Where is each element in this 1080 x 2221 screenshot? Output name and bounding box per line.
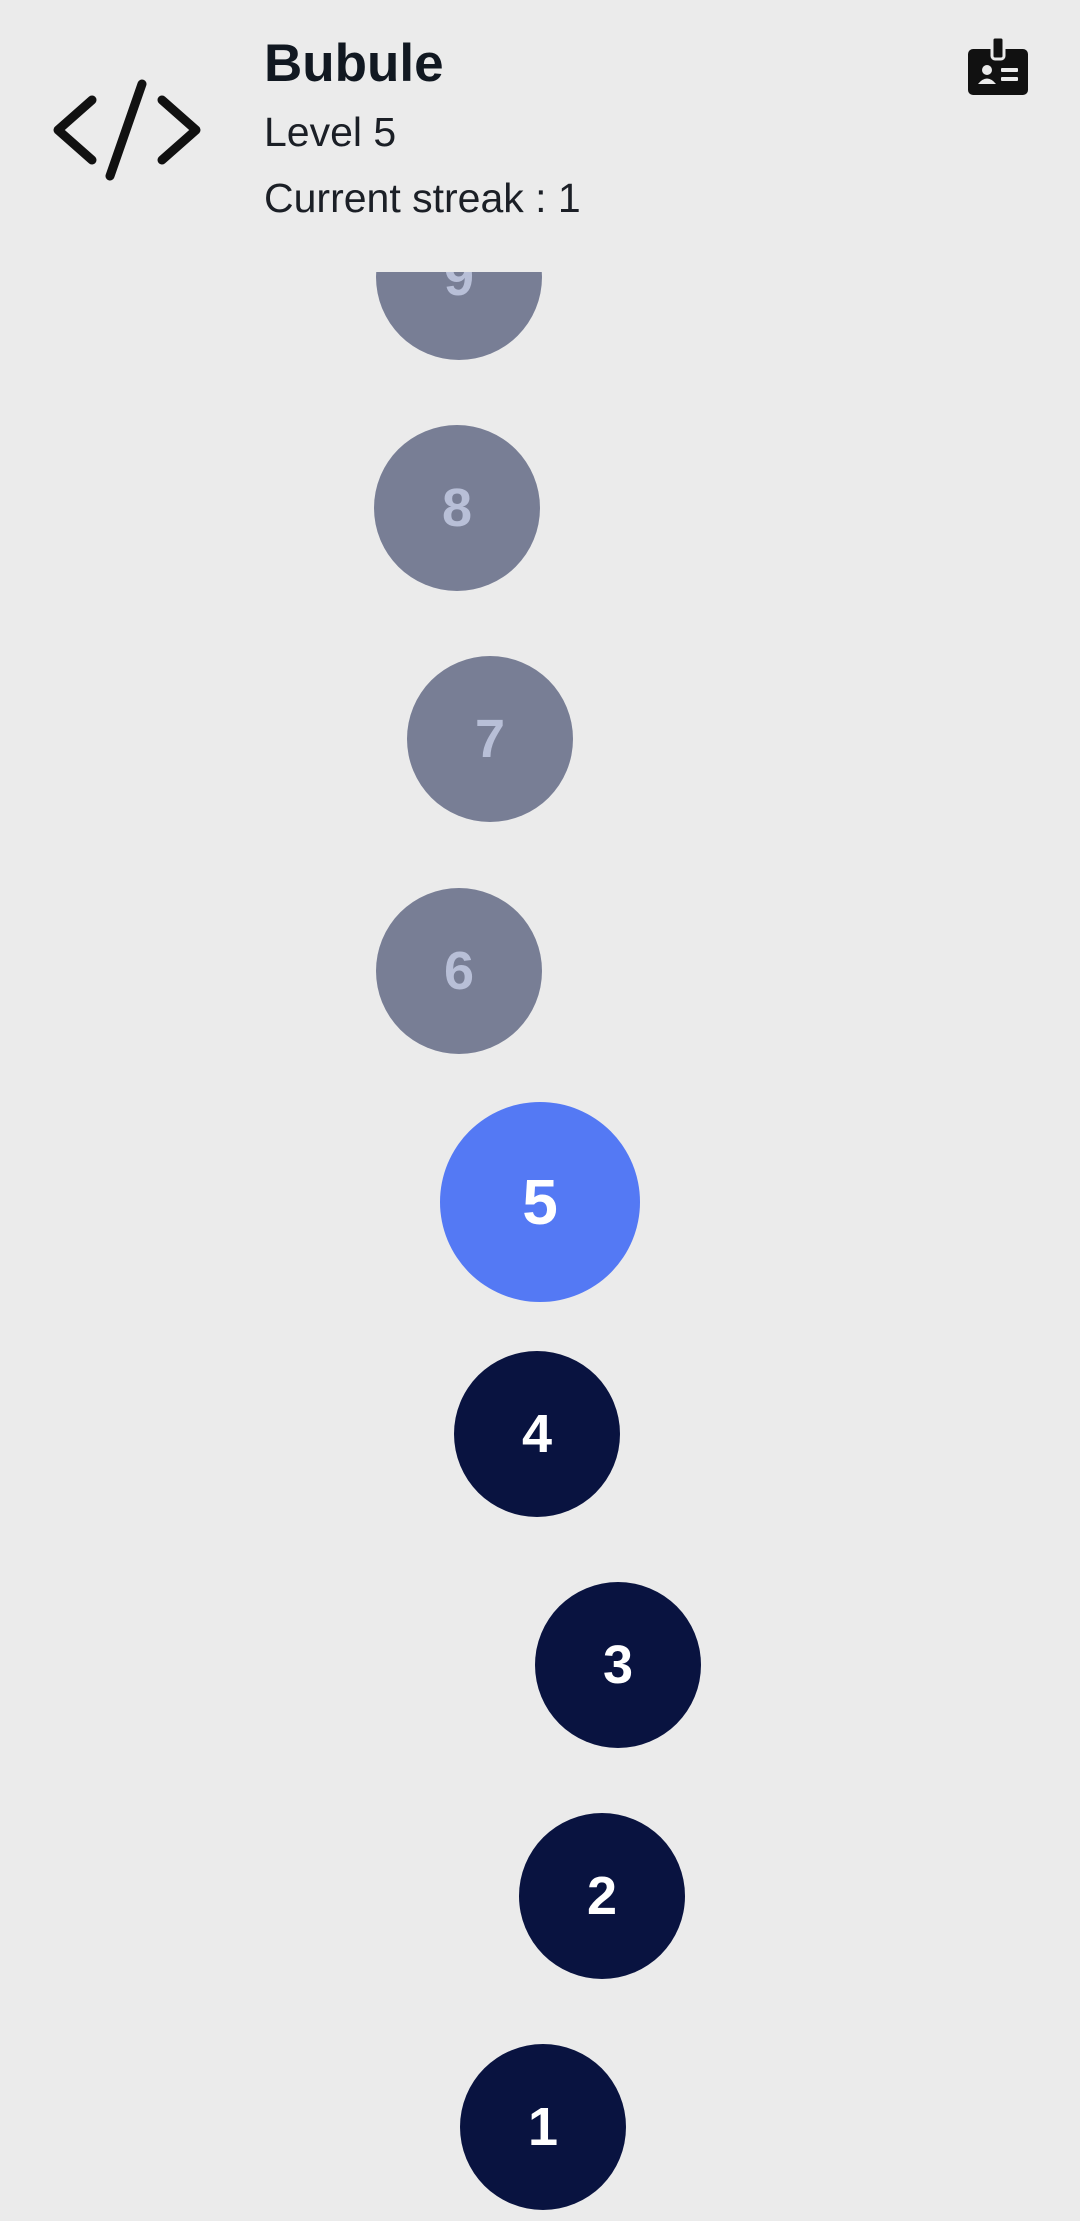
- level-path: 9 8 7 6 5 4 3 2 1: [0, 0, 1080, 2221]
- level-bubble-1[interactable]: 1: [460, 2044, 626, 2210]
- profile-badge-button[interactable]: [966, 34, 1030, 98]
- level-number: 5: [522, 1166, 558, 1238]
- app-screen: 9 8 7 6 5 4 3 2 1 Bubule Level 5 Current…: [0, 0, 1080, 2221]
- app-title: Bubule: [264, 34, 444, 93]
- level-bubble-5-current[interactable]: 5: [440, 1102, 640, 1302]
- level-bubble-8[interactable]: 8: [374, 425, 540, 591]
- level-bubble-3[interactable]: 3: [535, 1582, 701, 1748]
- id-badge-icon: [968, 35, 1028, 95]
- level-number: 1: [527, 2097, 559, 2157]
- code-icon: [50, 76, 204, 184]
- current-streak-text: Current streak : 1: [264, 175, 581, 221]
- level-number: 8: [441, 478, 473, 538]
- level-number: 4: [521, 1404, 553, 1464]
- current-level-text: Level 5: [264, 109, 397, 155]
- level-number: 7: [474, 709, 506, 769]
- level-number: 6: [443, 941, 475, 1001]
- level-number: 2: [586, 1866, 618, 1926]
- app-header: Bubule Level 5 Current streak : 1: [0, 0, 1080, 272]
- level-number: 3: [602, 1635, 634, 1695]
- level-bubble-6[interactable]: 6: [376, 888, 542, 1054]
- level-bubble-7[interactable]: 7: [407, 656, 573, 822]
- level-bubble-2[interactable]: 2: [519, 1813, 685, 1979]
- level-bubble-4[interactable]: 4: [454, 1351, 620, 1517]
